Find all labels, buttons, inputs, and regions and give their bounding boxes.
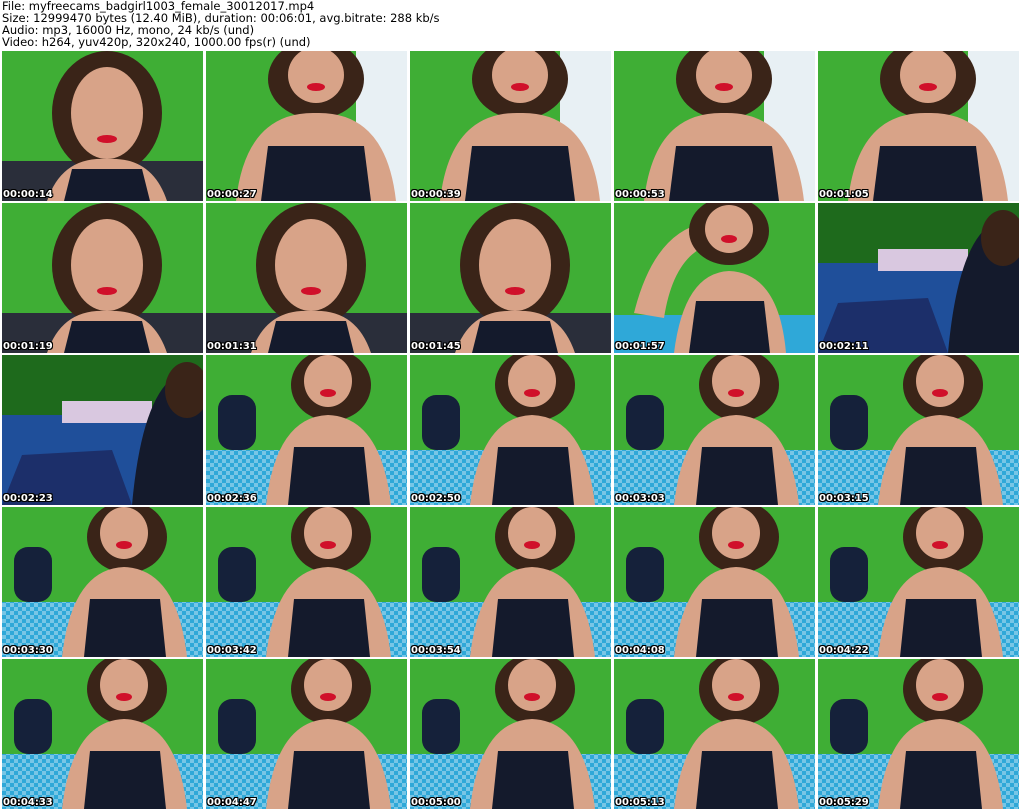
thumbnail-frame-image bbox=[206, 51, 407, 201]
thumbnail-timestamp: 00:02:36 bbox=[207, 493, 257, 504]
thumbnail-timestamp: 00:03:54 bbox=[411, 645, 461, 656]
video-thumbnail: 00:04:47 bbox=[206, 659, 407, 809]
thumbnail-frame-image bbox=[2, 203, 203, 353]
video-thumbnail: 00:01:05 bbox=[818, 51, 1019, 201]
video-thumbnail: 00:02:36 bbox=[206, 355, 407, 505]
video-info-line: Video: h264, yuv420p, 320x240, 1000.00 f… bbox=[2, 35, 311, 49]
thumbnail-timestamp: 00:00:39 bbox=[411, 189, 461, 200]
thumbnail-frame-image bbox=[614, 659, 815, 809]
video-thumbnail: 00:02:11 bbox=[818, 203, 1019, 353]
thumbnail-frame-image bbox=[2, 355, 203, 505]
video-thumbnail: 00:05:13 bbox=[614, 659, 815, 809]
thumbnail-frame-image bbox=[614, 507, 815, 657]
thumbnail-timestamp: 00:02:11 bbox=[819, 341, 869, 352]
video-thumbnail: 00:01:31 bbox=[206, 203, 407, 353]
thumbnail-timestamp: 00:05:00 bbox=[411, 797, 461, 808]
thumbnail-timestamp: 00:02:50 bbox=[411, 493, 461, 504]
thumbnail-timestamp: 00:01:45 bbox=[411, 341, 461, 352]
thumbnail-timestamp: 00:01:05 bbox=[819, 189, 869, 200]
thumbnail-frame-image bbox=[614, 355, 815, 505]
thumbnail-frame-image bbox=[818, 51, 1019, 201]
thumbnail-timestamp: 00:00:27 bbox=[207, 189, 257, 200]
video-thumbnail: 00:00:27 bbox=[206, 51, 407, 201]
video-thumbnail: 00:04:22 bbox=[818, 507, 1019, 657]
video-thumbnail: 00:03:15 bbox=[818, 355, 1019, 505]
thumbnail-timestamp: 00:02:23 bbox=[3, 493, 53, 504]
thumbnail-timestamp: 00:00:53 bbox=[615, 189, 665, 200]
thumbnail-frame-image bbox=[2, 507, 203, 657]
thumbnail-timestamp: 00:00:14 bbox=[3, 189, 53, 200]
thumbnail-timestamp: 00:04:22 bbox=[819, 645, 869, 656]
thumbnail-frame-image bbox=[206, 507, 407, 657]
video-thumbnail: 00:03:03 bbox=[614, 355, 815, 505]
thumbnail-frame-image bbox=[614, 51, 815, 201]
video-thumbnail: 00:00:14 bbox=[2, 51, 203, 201]
thumbnail-frame-image bbox=[818, 507, 1019, 657]
thumbnail-frame-image bbox=[818, 203, 1019, 353]
thumbnail-timestamp: 00:04:08 bbox=[615, 645, 665, 656]
thumbnail-frame-image bbox=[206, 203, 407, 353]
video-thumbnail: 00:02:23 bbox=[2, 355, 203, 505]
video-thumbnail: 00:05:29 bbox=[818, 659, 1019, 809]
thumbnail-timestamp: 00:03:30 bbox=[3, 645, 53, 656]
thumbnail-timestamp: 00:05:29 bbox=[819, 797, 869, 808]
file-info-header: File: myfreecams_badgirl1003_female_3001… bbox=[2, 0, 1022, 48]
thumbnail-timestamp: 00:01:31 bbox=[207, 341, 257, 352]
thumbnail-frame-image bbox=[818, 659, 1019, 809]
video-thumbnail: 00:00:53 bbox=[614, 51, 815, 201]
video-thumbnail: 00:04:33 bbox=[2, 659, 203, 809]
thumbnail-timestamp: 00:04:33 bbox=[3, 797, 53, 808]
video-thumbnail: 00:01:57 bbox=[614, 203, 815, 353]
thumbnail-timestamp: 00:04:47 bbox=[207, 797, 257, 808]
video-thumbnail: 00:00:39 bbox=[410, 51, 611, 201]
video-thumbnail: 00:03:30 bbox=[2, 507, 203, 657]
thumbnail-frame-image bbox=[2, 659, 203, 809]
thumbnail-timestamp: 00:01:57 bbox=[615, 341, 665, 352]
thumbnail-frame-image bbox=[410, 507, 611, 657]
video-thumbnail: 00:01:45 bbox=[410, 203, 611, 353]
thumbnail-timestamp: 00:01:19 bbox=[3, 341, 53, 352]
video-thumbnail: 00:02:50 bbox=[410, 355, 611, 505]
thumbnail-frame-image bbox=[206, 355, 407, 505]
thumbnail-frame-image bbox=[2, 51, 203, 201]
thumbnail-timestamp: 00:03:42 bbox=[207, 645, 257, 656]
thumbnail-frame-image bbox=[614, 203, 815, 353]
thumbnail-frame-image bbox=[410, 51, 611, 201]
thumbnail-timestamp: 00:03:15 bbox=[819, 493, 869, 504]
video-thumbnail: 00:01:19 bbox=[2, 203, 203, 353]
thumbnail-frame-image bbox=[410, 355, 611, 505]
thumbnail-timestamp: 00:05:13 bbox=[615, 797, 665, 808]
thumbnail-frame-image bbox=[410, 659, 611, 809]
video-thumbnail: 00:03:42 bbox=[206, 507, 407, 657]
thumbnail-grid: 00:00:14 00:00:27 00:00:39 00:00:53 00:0… bbox=[2, 51, 1023, 810]
video-thumbnail: 00:05:00 bbox=[410, 659, 611, 809]
thumbnail-frame-image bbox=[410, 203, 611, 353]
thumbnail-frame-image bbox=[206, 659, 407, 809]
video-thumbnail: 00:04:08 bbox=[614, 507, 815, 657]
video-thumbnail: 00:03:54 bbox=[410, 507, 611, 657]
thumbnail-frame-image bbox=[818, 355, 1019, 505]
thumbnail-timestamp: 00:03:03 bbox=[615, 493, 665, 504]
